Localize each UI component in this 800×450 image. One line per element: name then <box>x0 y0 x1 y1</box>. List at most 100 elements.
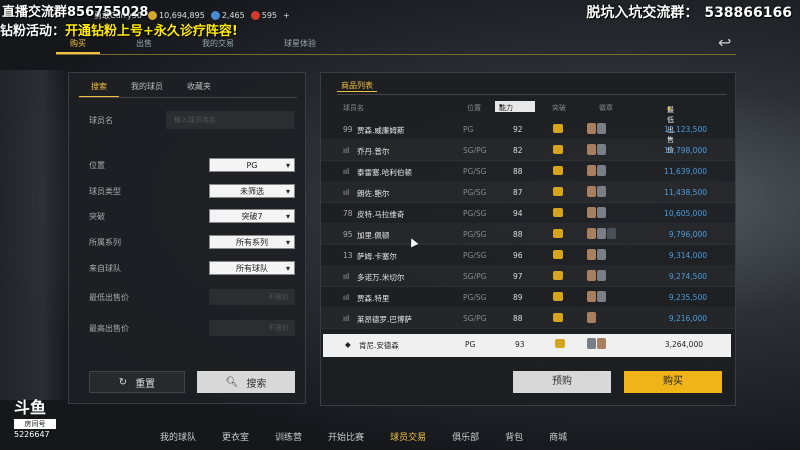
min-price-label: 最低出售价 <box>89 292 129 302</box>
nav-start-game[interactable]: 开始比赛 <box>328 430 364 443</box>
player-name-input[interactable]: 输入球员姓名 <box>166 111 294 129</box>
table-row[interactable]: 95 加里.佩顿 PG/SG 88 9,796,000 <box>321 224 735 245</box>
bottom-nav: 我的球队 更衣室 训练营 开始比赛 球员交易 俱乐部 背包 商城 <box>160 430 593 443</box>
nav-locker-room[interactable]: 更衣室 <box>222 430 249 443</box>
break-icon <box>553 292 563 301</box>
row-price: 9,274,500 <box>668 272 707 281</box>
type-select[interactable]: 未筛选 <box>209 184 295 199</box>
row-rating: 96 <box>513 251 523 260</box>
row-jersey-icon: 95 <box>343 230 353 239</box>
selected-table-row[interactable]: ◆ 肯尼.安德森 PG 93 3,264,000 <box>323 334 731 357</box>
badge-icon <box>597 291 606 302</box>
header-badge[interactable]: 徽章 <box>599 103 613 113</box>
header-rating-sort[interactable]: 能力 ▾ <box>495 101 535 112</box>
back-arrow-icon[interactable]: ↩ <box>718 35 738 51</box>
tab-my-players[interactable]: 我的球员 <box>119 81 175 97</box>
row-player-name: 泰雷塞.哈利伯顿 <box>357 168 412 177</box>
row-rating: 93 <box>515 340 525 349</box>
header-break[interactable]: 突破 <box>552 103 566 113</box>
type-row: 球员类型 未筛选 <box>89 184 299 199</box>
max-price-label: 最高出售价 <box>89 323 129 333</box>
nav-store[interactable]: 商城 <box>549 430 567 443</box>
break-icon <box>553 208 563 217</box>
table-row[interactable]: ııl 朗佐.鲍尔 PG/SG 87 11,438,500 <box>321 182 735 203</box>
min-price-input[interactable]: 不限价 <box>209 289 295 305</box>
gem-icon <box>210 10 220 20</box>
break-select[interactable]: 突破7 <box>209 209 295 224</box>
header-name[interactable]: 球员名 <box>343 103 364 113</box>
preorder-button[interactable]: 预购 <box>513 371 611 393</box>
coin-icon <box>148 10 158 20</box>
tab-star-experience[interactable]: 球星体验 <box>270 36 330 54</box>
exchange-group-overlay: 脱坑入坑交流群： 538866166 <box>586 2 792 22</box>
row-jersey-icon: 13 <box>343 251 353 260</box>
badge-icon <box>597 249 606 260</box>
break-icon <box>553 187 563 196</box>
add-currency-button[interactable]: + <box>283 11 290 20</box>
min-price-row: 最低出售价 不限价 <box>89 289 299 305</box>
team-select[interactable]: 所有球队 <box>209 261 295 276</box>
tab-buy[interactable]: 购买 <box>56 36 100 54</box>
room-tag: 房间号 <box>14 419 56 429</box>
row-price: 9,216,000 <box>668 314 707 323</box>
nav-club[interactable]: 俱乐部 <box>452 430 479 443</box>
buy-button[interactable]: 购买 <box>624 371 722 393</box>
row-position: PG <box>465 340 476 349</box>
reset-button[interactable]: ↻ 重置 <box>89 371 185 393</box>
table-row[interactable]: 78 皮特.马拉维奇 PG/SG 94 10,605,000 <box>321 203 735 224</box>
table-row[interactable]: ııl 乔丹.普尔 SG/PG 82 11,798,000 <box>321 140 735 161</box>
row-position: PG/SG <box>463 251 487 260</box>
currency-bar: 勇敢Curry30 10,694,895 2,465 595 + <box>94 8 290 22</box>
row-rating: 97 <box>513 272 523 281</box>
room-id: 5226647 <box>14 430 50 439</box>
search-button[interactable]: 🔍︎ 搜索 <box>197 371 295 393</box>
signal-icon: ııl <box>343 272 350 281</box>
search-label: 搜索 <box>246 378 267 390</box>
row-price: 3,264,000 <box>664 340 703 349</box>
break-icon <box>553 229 563 238</box>
table-row[interactable]: ııl 多诺万.米切尔 SG/PG 97 9,274,500 <box>321 266 735 287</box>
signal-icon: ııl <box>343 188 350 197</box>
row-rating: 89 <box>513 293 523 302</box>
tab-favorites[interactable]: 收藏夹 <box>175 81 223 97</box>
badge-icon <box>597 186 606 197</box>
tab-my-trades[interactable]: 我的交易 <box>188 36 248 54</box>
main-tabs: 购买 出售 我的交易 球星体验 <box>56 36 736 55</box>
max-price-input[interactable]: 不限价 <box>209 320 295 336</box>
series-select[interactable]: 所有系列 <box>209 235 295 250</box>
tab-product-list[interactable]: 商品列表 <box>337 80 377 92</box>
row-player-name: 皮特.马拉维奇 <box>357 210 405 219</box>
table-row[interactable]: ııl 莱昂德罗.巴博萨 SG/PG 88 9,216,000 <box>321 308 735 329</box>
position-select[interactable]: PG <box>209 158 295 173</box>
badge-icon <box>597 338 606 349</box>
table-row[interactable]: 13 萨姆.卡塞尔 PG/SG 96 9,314,000 <box>321 245 735 266</box>
row-price: 11,438,500 <box>664 188 707 197</box>
header-position[interactable]: 位置 <box>467 103 481 113</box>
tab-search[interactable]: 搜索 <box>79 81 119 97</box>
listing-panel: 商品列表 球员名 位置 能力 ▾ 突破 徽章 最低出售价 ▾ 99 贾森.威廉姆斯… <box>320 72 736 406</box>
tickets-display: 595 <box>250 10 277 20</box>
break-label: 突破 <box>89 211 105 221</box>
refresh-icon: ↻ <box>118 376 128 388</box>
table-row[interactable]: 99 贾森.威廉姆斯 PG 92 12,123,500 <box>321 119 735 140</box>
break-icon <box>555 339 565 348</box>
search-icon: 🔍︎ <box>225 376 239 388</box>
nav-my-team[interactable]: 我的球队 <box>160 430 196 443</box>
nav-backpack[interactable]: 背包 <box>505 430 523 443</box>
badge-icon <box>587 249 596 260</box>
nav-player-trade[interactable]: 球员交易 <box>390 430 426 443</box>
row-jersey-icon: 78 <box>343 209 353 218</box>
nav-training-camp[interactable]: 训练营 <box>275 430 302 443</box>
signal-icon: ııl <box>343 146 350 155</box>
listing-header: 球员名 位置 能力 ▾ 突破 徽章 最低出售价 ▾ <box>343 101 674 154</box>
badge-icon <box>587 312 596 323</box>
row-rating: 87 <box>513 188 523 197</box>
table-row[interactable]: ııl 泰雷塞.哈利伯顿 PG/SG 88 11,639,000 <box>321 161 735 182</box>
row-price: 9,314,000 <box>668 251 707 260</box>
row-price: 12,123,500 <box>664 125 707 134</box>
reset-label: 重置 <box>135 378 156 390</box>
tab-sell[interactable]: 出售 <box>122 36 166 54</box>
table-row[interactable]: ııl 贾森.特里 PG/SG 89 9,235,500 <box>321 287 735 308</box>
row-rating: 92 <box>513 125 523 134</box>
row-position: PG <box>463 125 474 134</box>
